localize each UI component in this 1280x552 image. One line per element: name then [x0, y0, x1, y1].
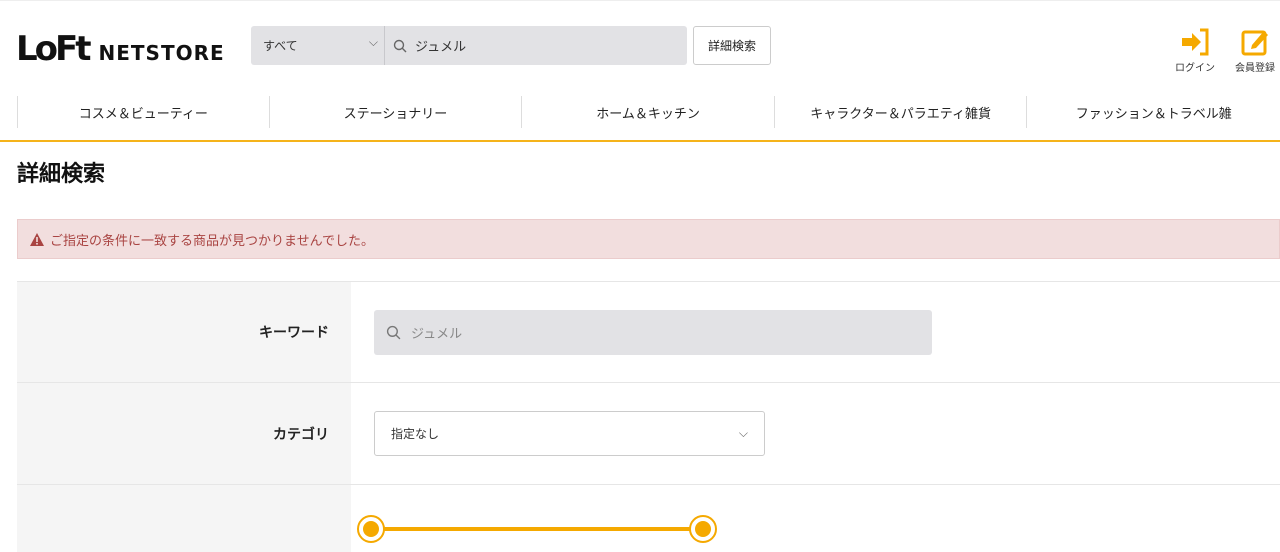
category-nav: コスメ＆ビューティー ステーショナリー ホーム＆キッチン キャラクター＆パラエテ…	[0, 96, 1280, 142]
edit-icon	[1241, 30, 1268, 56]
category-select[interactable]: 指定なし ⌵	[374, 411, 765, 456]
nav-item-stationery[interactable]: ステーショナリー	[270, 96, 523, 128]
category-row: カテゴリ 指定なし ⌵	[17, 382, 1280, 484]
price-row: 価格	[17, 484, 1280, 552]
keyword-row: キーワード ジュメル	[17, 281, 1280, 382]
search-icon	[385, 39, 415, 53]
logo-netstore: NETSTORE	[98, 41, 225, 65]
keyword-value: ジュメル	[411, 326, 463, 342]
alert-text: ご指定の条件に一致する商品が見つかりませんでした。	[50, 233, 374, 249]
advanced-search-button[interactable]: 詳細検索	[693, 26, 771, 65]
page-title: 詳細検索	[17, 162, 106, 187]
register-label: 会員登録	[1235, 63, 1275, 74]
search-category-select[interactable]: すべて ⌵	[251, 26, 385, 65]
register-link[interactable]: 会員登録	[1225, 27, 1280, 74]
nav-item-fashion-travel[interactable]: ファッション＆トラベル雑	[1027, 96, 1280, 128]
price-range-slider	[355, 485, 755, 552]
category-label: カテゴリ	[17, 383, 351, 484]
price-max-handle[interactable]	[689, 515, 717, 543]
login-link[interactable]: ログイン	[1165, 27, 1225, 74]
no-results-alert: ご指定の条件に一致する商品が見つかりませんでした。	[17, 219, 1280, 259]
nav-item-character[interactable]: キャラクター＆パラエティ雑貨	[775, 96, 1028, 128]
site-header: LoFt NETSTORE すべて ⌵ ジュメル 詳細検索 ログイン 会員登録	[0, 0, 1280, 90]
chevron-down-icon: ⌵	[368, 35, 378, 49]
site-logo[interactable]: LoFt NETSTORE	[16, 27, 225, 67]
category-value: 指定なし	[391, 427, 440, 441]
header-search-bar: すべて ⌵ ジュメル	[251, 26, 687, 65]
price-slider-track[interactable]	[371, 527, 703, 531]
login-icon	[1182, 28, 1209, 56]
header-search-input[interactable]: ジュメル	[415, 36, 466, 55]
keyword-input[interactable]: ジュメル	[374, 309, 932, 355]
advanced-search-form: キーワード ジュメル カテゴリ 指定なし ⌵ 価格	[17, 281, 1280, 552]
nav-item-home-kitchen[interactable]: ホーム＆キッチン	[522, 96, 775, 128]
price-min-handle[interactable]	[357, 515, 385, 543]
search-category-value: すべて	[263, 39, 298, 53]
logo-loft: LoFt	[16, 29, 91, 69]
warning-icon	[30, 232, 44, 246]
keyword-label: キーワード	[17, 282, 351, 382]
login-label: ログイン	[1175, 63, 1215, 74]
chevron-down-icon: ⌵	[738, 426, 748, 440]
nav-item-cosme[interactable]: コスメ＆ビューティー	[17, 96, 270, 128]
search-icon	[386, 325, 401, 339]
